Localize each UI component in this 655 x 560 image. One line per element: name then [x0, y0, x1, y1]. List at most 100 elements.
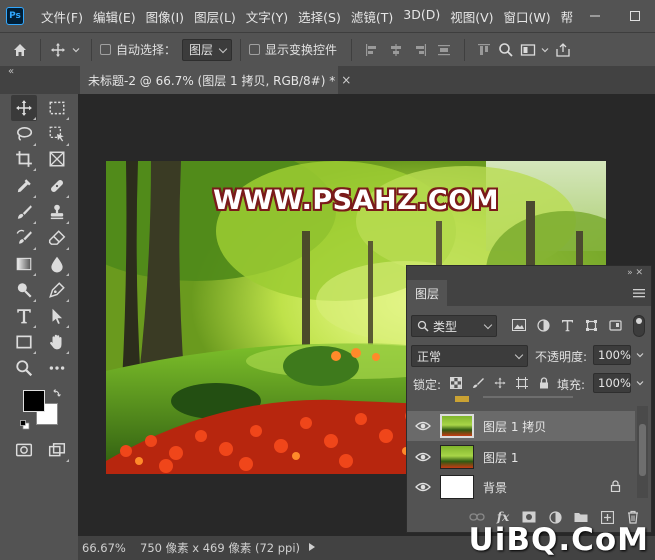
path-selection-tool[interactable]	[44, 303, 70, 329]
layers-scrollbar[interactable]	[637, 406, 648, 498]
chevron-down-icon	[541, 47, 549, 52]
frame-tool[interactable]	[44, 146, 70, 172]
more-tools[interactable]	[44, 355, 70, 381]
tool-group-indicator	[33, 299, 36, 302]
menu-view[interactable]: 视图(V)	[445, 7, 498, 26]
brush-tool[interactable]	[11, 199, 37, 225]
move-tool-preset[interactable]	[47, 33, 69, 67]
menu-filter[interactable]: 滤镜(T)	[346, 7, 398, 26]
opacity-dropdown[interactable]	[633, 345, 647, 365]
home-button[interactable]	[0, 33, 40, 67]
fill-dropdown[interactable]	[633, 373, 647, 393]
lock-icon[interactable]	[610, 480, 621, 495]
foreground-color-swatch[interactable]	[23, 390, 45, 412]
zoom-level[interactable]: 66.67%	[78, 541, 136, 555]
align-top-button[interactable]	[473, 33, 495, 67]
panel-collapse-bar[interactable]: » ✕	[407, 266, 651, 280]
swap-colors-icon[interactable]	[52, 387, 62, 397]
photoshop-logo: Ps	[6, 7, 24, 25]
pen-tool[interactable]	[44, 277, 70, 303]
lock-all-button[interactable]	[537, 376, 551, 390]
crop-tool[interactable]	[11, 146, 37, 172]
hand-tool[interactable]	[44, 329, 70, 355]
lock-transparent-pixels-button[interactable]	[449, 376, 463, 390]
move-tool[interactable]	[11, 95, 37, 121]
fill-label: 填充:	[557, 378, 586, 392]
adjustment-icon	[536, 318, 550, 332]
marquee-tool[interactable]	[44, 95, 70, 121]
blend-mode-select[interactable]: 正常	[411, 345, 528, 367]
healing-brush-tool[interactable]	[44, 173, 70, 199]
preset-dropdown[interactable]	[69, 33, 83, 67]
document-tab[interactable]: 未标题-2 @ 66.7% (图层 1 拷贝, RGB/8#) * ×	[80, 66, 351, 94]
close-tab-icon[interactable]: ×	[341, 73, 351, 87]
lasso-tool[interactable]	[11, 121, 37, 147]
align-right-button[interactable]	[408, 33, 432, 67]
align-left-button[interactable]	[360, 33, 384, 67]
brush-icon	[17, 205, 32, 219]
menu-type[interactable]: 文字(Y)	[241, 7, 293, 26]
minimize-button[interactable]	[575, 0, 615, 32]
align-hcenter-button[interactable]	[384, 33, 408, 67]
rectangle-tool[interactable]	[11, 329, 37, 355]
maximize-button[interactable]	[615, 0, 655, 32]
opacity-input[interactable]: 100%	[593, 345, 631, 365]
blur-tool[interactable]	[44, 251, 70, 277]
eraser-tool[interactable]	[44, 225, 70, 251]
filter-shape-button[interactable]	[583, 317, 599, 333]
clone-stamp-tool[interactable]	[44, 199, 70, 225]
tool-group-indicator	[66, 351, 69, 354]
eye-icon[interactable]	[415, 480, 431, 494]
layer-row-background[interactable]: 背景	[407, 472, 635, 502]
menu-3d[interactable]: 3D(D)	[398, 7, 445, 26]
collapse-toolbar-icon[interactable]: «	[8, 66, 14, 77]
lock-artboard-button[interactable]	[515, 376, 529, 390]
distribute-button[interactable]	[432, 33, 456, 67]
panel-menu-button[interactable]	[633, 287, 645, 301]
fill-input[interactable]: 100%	[593, 373, 631, 393]
workspace-dropdown[interactable]	[539, 33, 551, 67]
filter-adjustment-button[interactable]	[535, 317, 551, 333]
eye-icon[interactable]	[415, 419, 431, 433]
object-selection-tool[interactable]	[44, 121, 70, 147]
auto-select-checkbox[interactable]	[100, 44, 111, 55]
menu-window[interactable]: 窗口(W)	[499, 7, 556, 26]
chevron-down-icon	[636, 353, 644, 358]
eyedropper-tool[interactable]	[11, 173, 37, 199]
chevron-down-icon	[514, 350, 524, 360]
history-brush-tool[interactable]	[11, 225, 37, 251]
layer-filter-select[interactable]: 类型	[411, 315, 497, 337]
lock-position-button[interactable]	[493, 376, 507, 390]
collapse-panel-icon[interactable]: » ✕	[627, 268, 643, 278]
menu-file[interactable]: 文件(F)	[36, 7, 88, 26]
workspace-button[interactable]	[517, 33, 539, 67]
auto-select-target-select[interactable]: 图层	[182, 38, 233, 61]
scrollbar-thumb[interactable]	[639, 424, 646, 476]
default-colors-icon[interactable]	[20, 419, 30, 430]
dodge-tool[interactable]	[11, 277, 37, 303]
menu-edit[interactable]: 编辑(E)	[88, 7, 141, 26]
status-menu-icon[interactable]	[308, 541, 316, 555]
eye-icon[interactable]	[415, 450, 431, 464]
quick-mask-button[interactable]	[11, 437, 37, 463]
menu-image[interactable]: 图像(I)	[141, 7, 189, 26]
share-button[interactable]	[551, 33, 575, 67]
layer-row-layer1[interactable]: 图层 1	[407, 442, 635, 472]
filter-smart-object-button[interactable]	[607, 317, 623, 333]
type-tool[interactable]	[11, 303, 37, 329]
menu-layer[interactable]: 图层(L)	[189, 7, 241, 26]
menu-select[interactable]: 选择(S)	[293, 7, 346, 26]
show-transform-checkbox[interactable]	[249, 44, 261, 55]
screen-mode-button[interactable]	[44, 437, 70, 463]
filter-pixel-button[interactable]	[511, 317, 527, 333]
zoom-tool[interactable]	[11, 355, 37, 381]
filter-type-button[interactable]	[559, 317, 575, 333]
search-button[interactable]	[495, 33, 517, 67]
tab-layers[interactable]: 图层	[407, 280, 448, 306]
lock-icon	[540, 377, 548, 389]
layer-row-layer1-copy[interactable]: 图层 1 拷贝	[407, 411, 635, 441]
lock-image-pixels-button[interactable]	[471, 376, 485, 390]
gradient-tool[interactable]	[11, 251, 37, 277]
filter-toggle-switch[interactable]	[633, 315, 645, 337]
separator	[91, 38, 92, 61]
